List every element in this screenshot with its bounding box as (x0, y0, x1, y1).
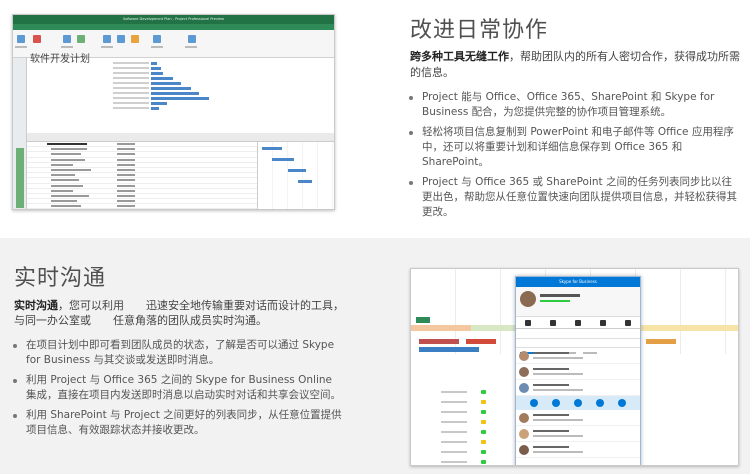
feature-list: Project 能与 Office、Office 365、SharePoint … (408, 90, 738, 225)
list-item: 利用 SharePoint 与 Project 之间更好的列表同步，从任意位置提… (12, 408, 342, 438)
contact-actions (516, 396, 640, 410)
my-status (516, 287, 640, 317)
view-bar (13, 58, 27, 209)
contact-item[interactable] (516, 380, 640, 396)
status-list (441, 387, 521, 465)
list-item: 轻松将项目信息复制到 PowerPoint 和电子邮件等 Office 应用程序… (408, 125, 738, 170)
contact-item[interactable] (516, 426, 640, 442)
section-title: 改进日常协作 (410, 18, 549, 43)
project-screenshot: Software Development Plan - Project Prof… (12, 14, 335, 210)
list-item: Project 能与 Office、Office 365、SharePoint … (408, 90, 738, 120)
section-lead: 实时沟通，您可以利用 迅速安全地传输重要对话而设计的工具，与同一办公室或 任意角落的… (14, 298, 344, 328)
lead-bold: 跨多种工具无缝工作 (410, 50, 509, 63)
contact-item[interactable] (516, 410, 640, 426)
feature-list: 在项目计划中即可看到团队成员的状态，了解是否可以通过 Skype for Bus… (12, 338, 342, 443)
email-icon[interactable] (596, 399, 604, 407)
contact-item[interactable] (516, 442, 640, 458)
skype-nav (516, 317, 640, 329)
avatar (520, 291, 536, 307)
chat-icon[interactable] (530, 399, 538, 407)
grid-header (27, 133, 334, 142)
task-grid (27, 142, 257, 209)
history-icon[interactable] (550, 319, 557, 326)
call-icon[interactable] (552, 399, 560, 407)
settings-icon[interactable] (624, 319, 631, 326)
list-item: 在项目计划中即可看到团队成员的状态，了解是否可以通过 Skype for Bus… (12, 338, 342, 368)
more-icon[interactable] (618, 399, 626, 407)
collaboration-section: Software Development Plan - Project Prof… (0, 0, 750, 238)
dialpad-icon[interactable] (574, 319, 581, 326)
contact-item[interactable] (516, 364, 640, 380)
window-title: Software Development Plan - Project Prof… (122, 17, 224, 21)
contacts-icon[interactable] (525, 319, 532, 326)
search-input[interactable] (516, 329, 640, 339)
gantt-chart (257, 142, 334, 209)
burndown-chart (73, 60, 223, 120)
section-lead: 跨多种工具无缝工作，帮助团队内的所有人密切合作，获得成功所需的信息。 (410, 49, 740, 81)
today-marker (416, 317, 430, 323)
list-item: Project 与 Office 365 或 SharePoint 之间的任务列… (408, 175, 738, 220)
lead-text: 任意角落的团队成员实时沟通。 (113, 314, 267, 327)
lead-bold: 实时沟通 (14, 299, 58, 312)
skype-screenshot: Skype for Business (410, 268, 739, 466)
contact-tabs (516, 339, 640, 354)
section-title: 实时沟通 (14, 266, 107, 291)
lead-text: ，您可以利用 (58, 299, 124, 312)
video-icon[interactable] (574, 399, 582, 407)
skype-window: Skype for Business (515, 276, 641, 465)
contact-item[interactable] (516, 348, 640, 364)
skype-title: Skype for Business (516, 277, 640, 287)
list-item: 利用 Project 与 Office 365 之间的 Skype for Bu… (12, 373, 342, 403)
meetings-icon[interactable] (599, 319, 606, 326)
realtime-section: 实时沟通 实时沟通，您可以利用 迅速安全地传输重要对话而设计的工具，与同一办公室或… (0, 238, 750, 474)
